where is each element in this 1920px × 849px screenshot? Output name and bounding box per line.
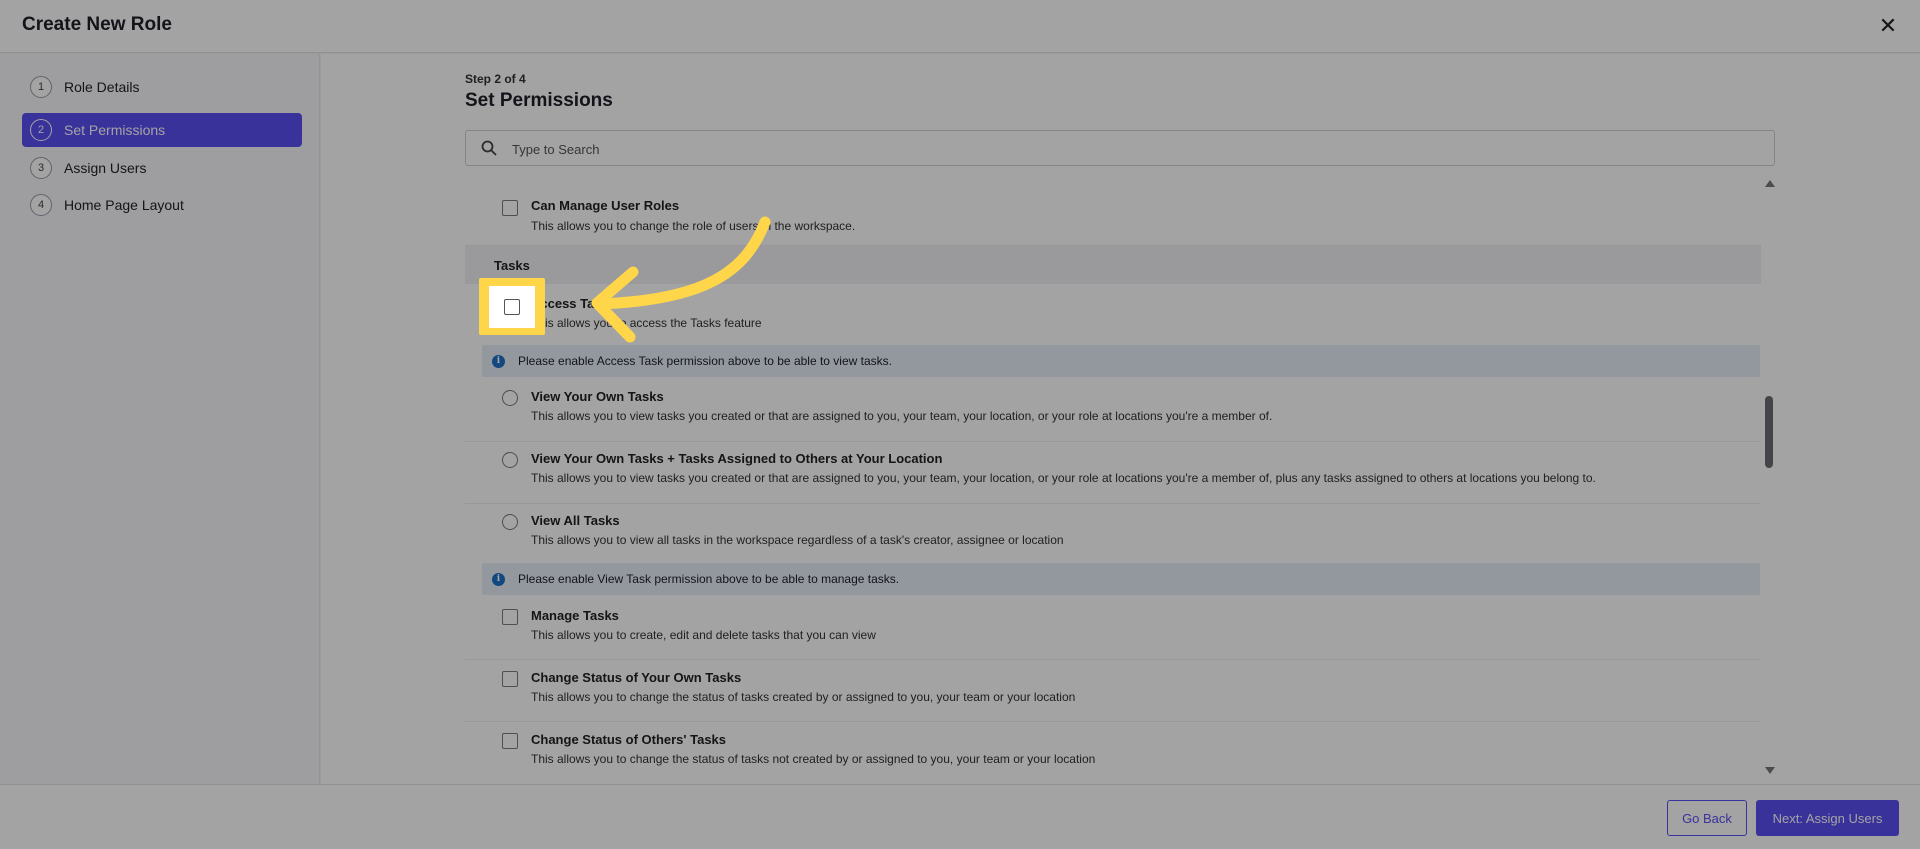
permission-description: This allows you to change the role of us… [531,219,856,233]
permission-manage-tasks: Manage Tasks This allows you to create, … [465,598,1761,660]
page-title: Set Permissions [465,90,613,111]
permission-change-status-others: Change Status of Others' Tasks This allo… [465,722,1761,782]
permission-description: This allows you to view tasks you create… [531,471,1596,485]
scrollbar-thumb[interactable] [1765,396,1773,468]
step-label: Assign Users [64,160,147,176]
permission-manage-user-roles: Can Manage User Roles This allows you to… [465,184,1761,246]
search-icon [481,140,497,156]
permission-description: This allows you to change the status of … [531,752,1096,766]
scroll-up-icon[interactable] [1765,180,1775,187]
permission-name: View Your Own Tasks [531,389,664,404]
permission-description: This allows you to view all tasks in the… [531,533,1064,547]
permission-name: Manage Tasks [531,608,619,623]
permission-description: This allows you to access the Tasks feat… [531,316,762,330]
radio-button[interactable] [502,390,518,406]
step-assign-users[interactable]: 3 Assign Users [22,151,302,185]
highlight-access-tasks-checkbox[interactable] [479,278,545,335]
info-icon: i [492,573,505,586]
search-box[interactable] [465,130,1775,166]
permission-view-own-tasks: View Your Own Tasks This allows you to v… [465,380,1761,442]
permission-description: This allows you to create, edit and dele… [531,628,876,642]
step-home-page-layout[interactable]: 4 Home Page Layout [22,188,302,222]
info-icon: i [492,355,505,368]
scroll-down-icon[interactable] [1765,767,1775,774]
modal-title: Create New Role [22,14,172,35]
search-input[interactable] [512,137,1752,161]
radio-button[interactable] [502,514,518,530]
permission-name: Change Status of Your Own Tasks [531,670,742,685]
highlight-inner [489,286,535,328]
permission-change-status-own: Change Status of Your Own Tasks This all… [465,660,1761,722]
checkbox[interactable] [502,671,518,687]
access-tasks-checkbox[interactable] [504,299,520,315]
permission-description: This allows you to view tasks you create… [531,409,1273,423]
permission-name: Can Manage User Roles [531,198,680,213]
info-text: Please enable View Task permission above… [518,572,900,586]
go-back-button[interactable]: Go Back [1667,800,1747,836]
section-header-tasks: Tasks [465,246,1761,284]
step-number: 3 [30,157,52,179]
step-number: 4 [30,194,52,216]
permission-view-own-location-tasks: View Your Own Tasks + Tasks Assigned to … [465,442,1761,504]
step-label: Set Permissions [64,122,166,138]
permission-view-all-tasks: View All Tasks This allows you to view a… [465,504,1761,564]
checkbox[interactable] [502,733,518,749]
permission-name: View Your Own Tasks + Tasks Assigned to … [531,451,943,466]
step-label: Home Page Layout [64,197,184,213]
next-assign-users-button[interactable]: Next: Assign Users [1756,800,1899,836]
info-banner-view: i Please enable View Task permission abo… [482,563,1760,595]
radio-button[interactable] [502,452,518,468]
steps-sidebar: 1 Role Details 2 Set Permissions 3 Assig… [0,54,320,784]
modal-footer: Go Back Next: Assign Users [0,784,1920,849]
step-number: 1 [30,76,52,98]
close-icon[interactable]: ✕ [1876,14,1900,38]
permission-name: Change Status of Others' Tasks [531,732,727,747]
step-number: 2 [30,119,52,141]
modal-header: Create New Role ✕ [0,0,1920,53]
permission-access-tasks: Access Tasks This allows you to access t… [465,284,1761,332]
permissions-scrollbar[interactable] [1764,180,1776,774]
checkbox[interactable] [502,200,518,216]
step-set-permissions[interactable]: 2 Set Permissions [22,113,302,147]
permission-name: View All Tasks [531,513,620,528]
permission-description: This allows you to change the status of … [531,690,1076,704]
info-banner-access: i Please enable Access Task permission a… [482,345,1760,377]
permissions-list: Can Manage User Roles This allows you to… [465,184,1761,784]
step-label: Role Details [64,79,140,95]
step-role-details[interactable]: 1 Role Details [22,70,302,104]
info-text: Please enable Access Task permission abo… [518,354,892,368]
checkbox[interactable] [502,609,518,625]
section-title: Tasks [494,258,530,273]
step-indicator: Step 2 of 4 [465,72,526,86]
